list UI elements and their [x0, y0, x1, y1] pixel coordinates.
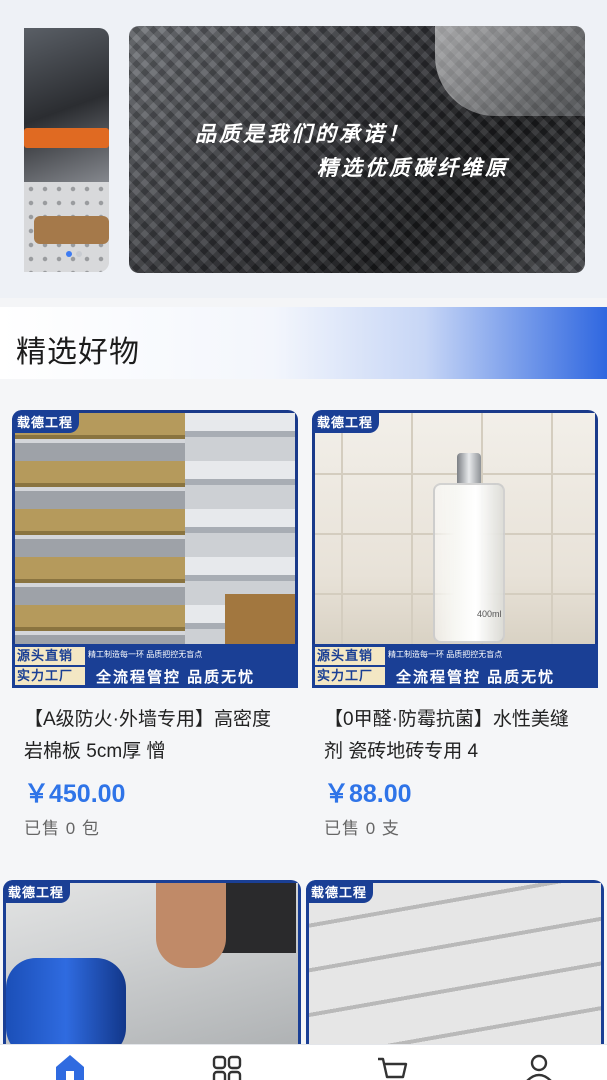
product-price: ￥88.00 — [324, 780, 412, 808]
tab-cart[interactable] — [371, 1051, 411, 1080]
promo-source-label: 源头直销 — [315, 647, 385, 665]
product-card[interactable]: 载德工程 源头直销 实力工厂 精工制造每一环 品质把控无盲点 全流程管控 品质无… — [12, 410, 298, 838]
tube-image — [433, 483, 505, 643]
product-sold-count: 已售 0 包 — [24, 819, 100, 838]
bottom-tab-bar — [0, 1044, 607, 1080]
waterproof-coating-image — [6, 883, 298, 1050]
bottle-image — [435, 26, 585, 116]
carousel-indicator — [66, 251, 82, 257]
promo-small-text: 精工制造每一环 品质把控无盲点 — [388, 650, 503, 659]
insulation-board-image — [309, 883, 601, 1050]
tab-category[interactable] — [207, 1051, 247, 1080]
promo-big-text: 全流程管控 品质无忧 — [96, 669, 256, 686]
product-card[interactable]: 载德工程 — [3, 880, 301, 1050]
promo-big-text: 全流程管控 品质无忧 — [396, 669, 556, 686]
carousel-dot — [76, 251, 82, 257]
tube-volume-label: 400ml — [477, 609, 502, 619]
brand-tag: 载德工程 — [312, 410, 380, 433]
product-image[interactable]: 载德工程 源头直销 实力工厂 精工制造每一环 品质把控无盲点 全流程管控 品质无… — [12, 410, 298, 688]
promo-strip: 源头直销 实力工厂 精工制造每一环 品质把控无盲点 全流程管控 品质无忧 — [312, 644, 598, 688]
product-card[interactable]: 载德工程 — [306, 880, 604, 1050]
promo-source-label: 源头直销 — [15, 647, 85, 665]
promo-strip: 源头直销 实力工厂 精工制造每一环 品质把控无盲点 全流程管控 品质无忧 — [12, 644, 298, 688]
sleeve-image — [216, 883, 296, 953]
category-icon — [212, 1055, 242, 1080]
banner-carousel[interactable]: 力。 品质是我们的承诺！ 精选优质碳纤维原 — [0, 0, 607, 298]
banner-slide-previous[interactable]: 力。 — [24, 28, 109, 272]
product-title[interactable]: 【A级防火·外墙专用】高密度岩棉板 5cm厚 憎 — [24, 704, 286, 768]
section-header: 精选好物 — [0, 307, 607, 379]
banner-tool-image — [24, 128, 109, 148]
cart-icon — [378, 1057, 408, 1079]
barrel-image — [6, 958, 126, 1050]
product-title[interactable]: 【0甲醛·防霉抗菌】水性美缝剂 瓷砖地砖专用 4 — [324, 704, 586, 768]
banner-slogan-line2: 精选优质碳纤维原 — [317, 157, 509, 180]
product-sold-count: 已售 0 支 — [324, 819, 400, 838]
nozzle-image — [457, 453, 481, 487]
promo-small-text: 精工制造每一环 品质把控无盲点 — [88, 650, 203, 659]
promo-factory-label: 实力工厂 — [315, 667, 385, 685]
user-icon — [526, 1054, 552, 1080]
brush-image — [34, 216, 109, 244]
brand-tag: 载德工程 — [12, 410, 80, 433]
grout-tube-image: 400ml — [315, 413, 595, 644]
rock-wool-panel-image — [15, 413, 295, 644]
home-icon — [56, 1055, 84, 1080]
arm-image — [156, 883, 226, 968]
pallet-image — [225, 594, 295, 644]
brand-tag: 载德工程 — [306, 880, 374, 903]
brand-tag: 载德工程 — [3, 880, 71, 903]
tab-home[interactable] — [50, 1051, 90, 1080]
banner-slogan-line1: 品质是我们的承诺！ — [195, 123, 411, 146]
carousel-dot-active — [66, 251, 72, 257]
tab-profile[interactable] — [519, 1051, 559, 1080]
product-price: ￥450.00 — [24, 780, 126, 808]
promo-factory-label: 实力工厂 — [15, 667, 85, 685]
product-image[interactable]: 400ml 载德工程 源头直销 实力工厂 精工制造每一环 品质把控无盲点 全流程… — [312, 410, 598, 688]
product-card[interactable]: 400ml 载德工程 源头直销 实力工厂 精工制造每一环 品质把控无盲点 全流程… — [312, 410, 598, 838]
banner-slide-current[interactable]: 品质是我们的承诺！ 精选优质碳纤维原 — [129, 26, 585, 273]
section-title: 精选好物 — [16, 336, 140, 369]
